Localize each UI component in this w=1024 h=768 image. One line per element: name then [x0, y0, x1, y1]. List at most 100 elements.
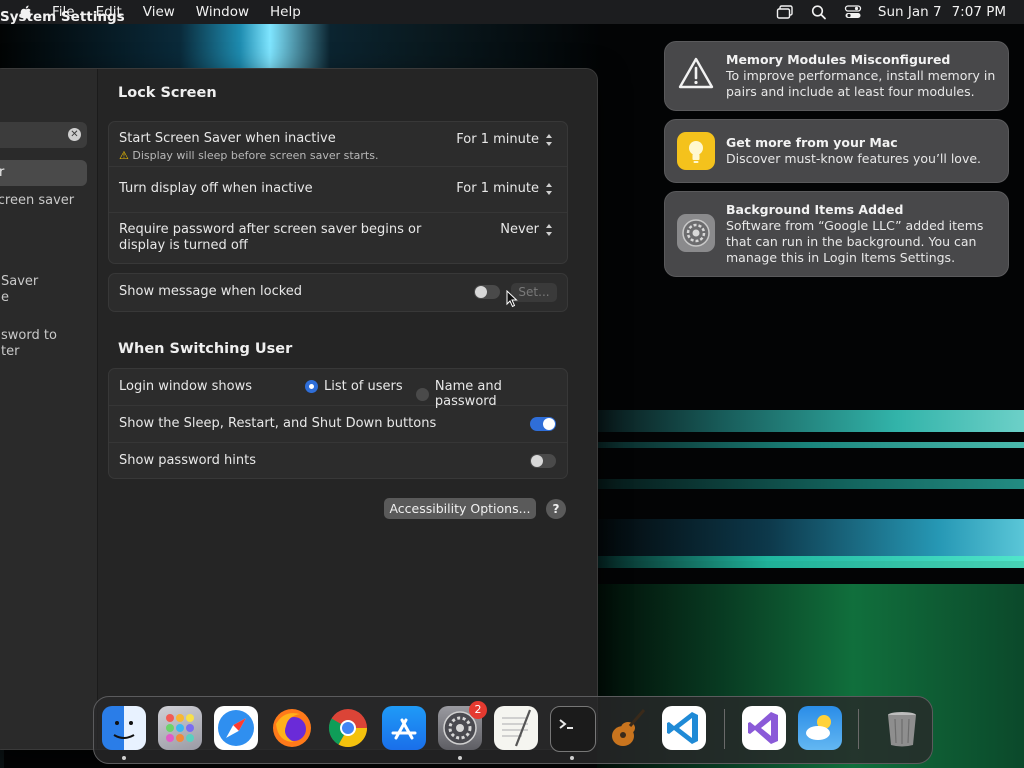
- app-store-icon[interactable]: [382, 706, 426, 750]
- notification-background-items[interactable]: Background Items Added Software from “Go…: [664, 191, 1009, 277]
- accessibility-options-button[interactable]: Accessibility Options...: [384, 498, 536, 519]
- gear-icon: [682, 219, 710, 247]
- warning-text: Display will sleep before screen saver s…: [132, 149, 379, 162]
- trash-can-icon: [888, 712, 916, 747]
- running-indicator: [570, 756, 574, 760]
- clear-search-icon[interactable]: ✕: [68, 128, 81, 141]
- menu-app-name[interactable]: System Settings: [0, 9, 125, 53]
- mouse-cursor-icon: [506, 290, 518, 308]
- finder-icon[interactable]: [102, 706, 146, 750]
- screen-saver-warning: ⚠ Display will sleep before screen saver…: [119, 149, 378, 162]
- menu-time[interactable]: 7:07 PM: [952, 4, 1006, 20]
- menu-bar: System Settings File Edit View Window He…: [0, 0, 1024, 25]
- system-settings-window: ✕ r screen saver Saver e sword to ter Lo…: [0, 68, 598, 750]
- visual-studio-logo-icon: [748, 712, 778, 744]
- screen-saver-row: Start Screen Saver when inactive ⚠ Displ…: [109, 122, 567, 167]
- screen-mirroring-icon[interactable]: [776, 4, 794, 20]
- menu-view[interactable]: View: [143, 4, 175, 20]
- weather-icon[interactable]: [798, 706, 842, 750]
- toggle-knob: [475, 286, 487, 298]
- notification-body: To improve performance, install memory i…: [726, 68, 996, 99]
- lightbulb-icon: [689, 141, 703, 163]
- warning-icon: [678, 57, 714, 89]
- lock-screen-title: Lock Screen: [118, 85, 217, 101]
- chrome-icon[interactable]: [326, 706, 370, 750]
- firefox-logo-icon: [273, 709, 311, 747]
- help-button[interactable]: ?: [546, 499, 566, 519]
- radio-name-and-password[interactable]: Name and password: [416, 379, 567, 409]
- garageband-icon[interactable]: [606, 706, 650, 750]
- sidebar-text-fragment: sword to: [1, 328, 57, 343]
- trash-icon[interactable]: [880, 706, 924, 750]
- display-off-row: Turn display off when inactive For 1 min…: [109, 167, 567, 213]
- notification-memory[interactable]: Memory Modules Misconfigured To improve …: [664, 41, 1009, 111]
- visual-studio-icon[interactable]: [742, 706, 786, 750]
- notification-title: Memory Modules Misconfigured: [726, 52, 951, 67]
- toggle-knob: [543, 418, 555, 430]
- sleep-buttons-row: Show the Sleep, Restart, and Shut Down b…: [109, 406, 567, 443]
- show-message-toggle[interactable]: [474, 285, 500, 299]
- sidebar-search-input[interactable]: ✕: [0, 122, 87, 148]
- notification-body: Discover must-know features you’ll love.: [726, 151, 982, 166]
- chevron-updown-icon: [545, 223, 553, 236]
- running-indicator: [458, 756, 462, 760]
- textedit-page-icon: [502, 709, 532, 747]
- firefox-icon[interactable]: [270, 706, 314, 750]
- notification-tips[interactable]: Get more from your Mac Discover must-kno…: [664, 119, 1009, 183]
- sidebar-text-fragment: e: [1, 290, 9, 305]
- screen-saver-popup[interactable]: For 1 minute: [456, 132, 553, 147]
- settings-content: Lock Screen Start Screen Saver when inac…: [98, 69, 597, 749]
- settings-sidebar: ✕ r screen saver Saver e sword to ter: [0, 69, 98, 749]
- tips-lightbulb-icon: [677, 132, 715, 170]
- notification-title: Get more from your Mac: [726, 135, 898, 150]
- sidebar-item-screen-saver[interactable]: screen saver: [0, 193, 74, 208]
- wallpaper-band: [597, 479, 1024, 489]
- safari-icon[interactable]: [214, 706, 258, 750]
- display-off-value: For 1 minute: [456, 181, 539, 196]
- chevron-updown-icon: [545, 133, 553, 146]
- notification-title: Background Items Added: [726, 202, 904, 217]
- display-off-popup[interactable]: For 1 minute: [456, 181, 553, 196]
- radio-dot: [416, 387, 429, 401]
- sidebar-text-fragment: ter: [1, 344, 20, 359]
- toggle-knob: [531, 455, 543, 467]
- vscode-icon[interactable]: [662, 706, 706, 750]
- terminal-icon[interactable]: [550, 706, 596, 752]
- login-window-row: Login window shows List of users Name an…: [109, 369, 567, 409]
- require-password-popup[interactable]: Never: [500, 222, 553, 237]
- screen-saver-value: For 1 minute: [456, 132, 539, 147]
- control-center-icon[interactable]: [844, 4, 862, 20]
- spotlight-search-icon[interactable]: [810, 4, 828, 20]
- menu-window[interactable]: Window: [196, 4, 249, 20]
- password-hints-toggle[interactable]: [530, 454, 556, 468]
- radio-label: Name and password: [434, 379, 502, 409]
- system-settings-badge: 2: [469, 701, 487, 719]
- require-password-label: Require password after screen saver begi…: [119, 222, 422, 253]
- sidebar-item-selected[interactable]: r: [0, 160, 87, 186]
- radio-dot: [305, 380, 318, 393]
- menu-extras: Sun Jan 7 7:07 PM: [776, 0, 1006, 24]
- running-indicator: [122, 756, 126, 760]
- switching-user-title: When Switching User: [118, 341, 293, 357]
- menu-date[interactable]: Sun Jan 7: [878, 4, 942, 20]
- sleep-buttons-toggle[interactable]: [530, 417, 556, 431]
- wallpaper-band: [597, 519, 1024, 561]
- textedit-icon[interactable]: [494, 706, 538, 750]
- radio-list-of-users[interactable]: List of users: [305, 379, 403, 394]
- menu-help[interactable]: Help: [270, 4, 301, 20]
- launchpad-icon[interactable]: [158, 706, 202, 750]
- finder-face-icon: [113, 721, 135, 739]
- dock: [93, 696, 933, 764]
- terminal-prompt-icon: [559, 719, 573, 729]
- dock-separator: [858, 709, 859, 749]
- require-password-row: Require password after screen saver begi…: [109, 213, 567, 263]
- dock-separator: [724, 709, 725, 749]
- chevron-updown-icon: [545, 182, 553, 195]
- show-message-label: Show message when locked: [119, 284, 303, 299]
- password-hints-row: Show password hints: [109, 443, 567, 478]
- vscode-logo-icon: [667, 712, 698, 744]
- radio-label: List of users: [324, 379, 403, 394]
- require-password-value: Never: [500, 222, 539, 237]
- login-window-label: Login window shows: [119, 379, 253, 394]
- lock-message-card: Show message when locked Set...: [108, 273, 568, 312]
